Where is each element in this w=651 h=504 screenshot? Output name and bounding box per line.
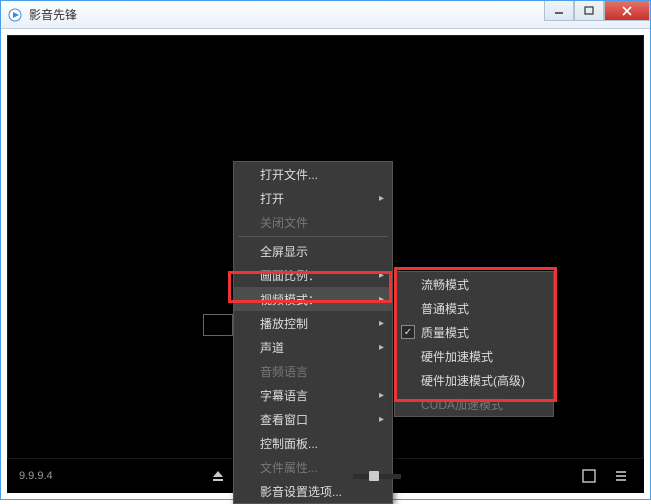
- menu-item[interactable]: 声道: [234, 335, 392, 359]
- menu-item[interactable]: 字幕语言: [234, 383, 392, 407]
- app-window: 影音先锋 ny 打开文件...打开关闭文件全屏显示画面比例：视频模式：播放控制声…: [0, 0, 651, 500]
- context-submenu-video-mode[interactable]: 流畅模式普通模式 ✓ 质量模式硬件加速模式硬件加速模式(高级) CUDA加速模式: [394, 271, 554, 417]
- menu-item[interactable]: 画面比例：: [234, 263, 392, 287]
- menu-item-label: 音频语言: [260, 363, 308, 380]
- menu-item[interactable]: 查看窗口: [234, 407, 392, 431]
- menu-item[interactable]: 打开: [234, 186, 392, 210]
- menu-item-label: 文件属性...: [260, 459, 318, 476]
- submenu-item-label: 普通模式: [421, 300, 469, 317]
- close-button[interactable]: [604, 1, 650, 21]
- menu-item: 音频语言: [234, 359, 392, 383]
- submenu-item[interactable]: 硬件加速模式: [395, 344, 553, 368]
- submenu-item-label: 硬件加速模式(高级): [421, 372, 525, 389]
- window-buttons: [544, 1, 650, 21]
- app-icon: [7, 7, 23, 23]
- playlist-button[interactable]: [610, 469, 632, 483]
- background-box: [203, 314, 233, 336]
- menu-item-label: 画面比例：: [260, 267, 320, 284]
- submenu-item-label: 质量模式: [421, 324, 469, 341]
- check-icon: ✓: [401, 325, 415, 339]
- menu-item[interactable]: 播放控制: [234, 311, 392, 335]
- menu-item[interactable]: 打开文件...: [234, 162, 392, 186]
- client-area: ny 打开文件...打开关闭文件全屏显示画面比例：视频模式：播放控制声道音频语言…: [1, 29, 650, 499]
- menu-item[interactable]: 影音设置选项...: [234, 479, 392, 503]
- submenu-item[interactable]: 硬件加速模式(高级): [395, 368, 553, 392]
- video-area[interactable]: ny 打开文件...打开关闭文件全屏显示画面比例：视频模式：播放控制声道音频语言…: [7, 35, 644, 459]
- version-label: 9.9.9.4: [19, 470, 53, 482]
- menu-item[interactable]: 全屏显示: [234, 239, 392, 263]
- fullscreen-button[interactable]: [578, 469, 600, 483]
- menu-item-label: 关闭文件: [260, 214, 308, 231]
- volume-slider[interactable]: [353, 474, 401, 479]
- context-menu[interactable]: 打开文件... 打开关闭文件全屏显示画面比例： 视频模式： 播放控制声道音频语言字幕语…: [233, 161, 393, 504]
- submenu-item[interactable]: 流畅模式: [395, 272, 553, 296]
- eject-button[interactable]: [207, 469, 229, 483]
- menu-item-label: 查看窗口: [260, 411, 308, 428]
- menu-item: 关闭文件: [234, 210, 392, 234]
- submenu-item-label: 流畅模式: [421, 276, 469, 293]
- minimize-button[interactable]: [544, 1, 574, 21]
- menu-item-label: 字幕语言: [260, 387, 308, 404]
- menu-item-label: 全屏显示: [260, 243, 308, 260]
- submenu-item: CUDA加速模式: [395, 392, 553, 416]
- menu-item-label: 控制面板...: [260, 435, 318, 452]
- menu-item-label: 打开: [260, 190, 284, 207]
- submenu-item[interactable]: 普通模式: [395, 296, 553, 320]
- volume-knob[interactable]: [369, 471, 379, 481]
- menu-item-label: 影音设置选项...: [260, 483, 342, 500]
- window-title: 影音先锋: [29, 6, 77, 23]
- menu-item-label: 声道: [260, 339, 284, 356]
- menu-item-label: 视频模式：: [260, 291, 320, 308]
- titlebar[interactable]: 影音先锋: [1, 1, 650, 29]
- menu-item-label: 打开文件...: [260, 166, 318, 183]
- submenu-item-label: 硬件加速模式: [421, 348, 493, 365]
- menu-item[interactable]: 控制面板...: [234, 431, 392, 455]
- submenu-item[interactable]: ✓ 质量模式: [395, 320, 553, 344]
- menu-item[interactable]: 视频模式：: [234, 287, 392, 311]
- maximize-button[interactable]: [574, 1, 604, 21]
- menu-item-label: 播放控制: [260, 315, 308, 332]
- submenu-item-label: CUDA加速模式: [421, 396, 503, 413]
